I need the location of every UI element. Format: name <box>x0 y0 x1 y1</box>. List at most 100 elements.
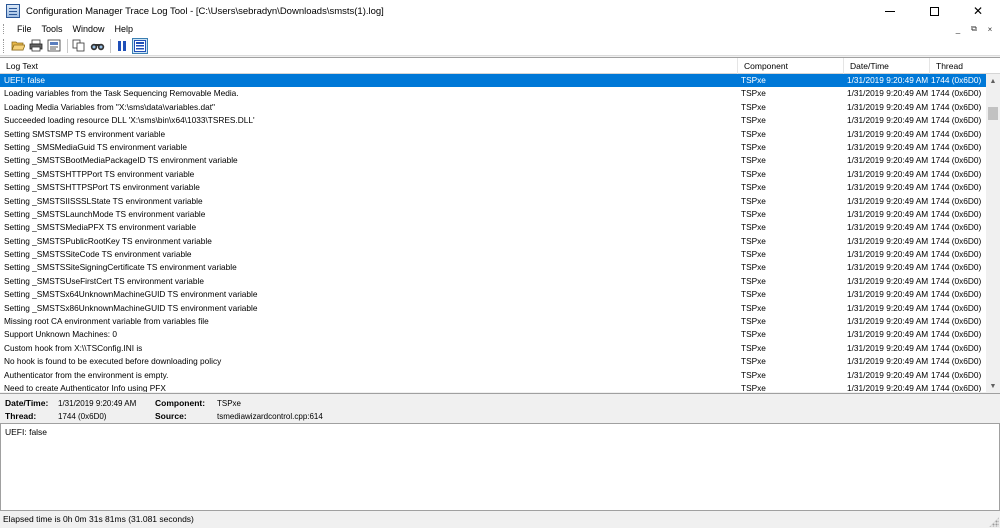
source-value: tsmediawizardcontrol.cpp:614 <box>217 412 323 421</box>
cell-component: TSPxe <box>741 275 766 286</box>
resize-grip-icon[interactable] <box>989 517 999 527</box>
message-pane[interactable]: UEFI: false <box>0 423 1000 511</box>
table-row[interactable]: Loading variables from the Task Sequenci… <box>0 87 986 100</box>
table-row[interactable]: Loading Media Variables from "X:\sms\dat… <box>0 101 986 114</box>
table-row[interactable]: UEFI: false TSPxe 1/31/2019 9:20:49 AM 1744… <box>0 74 986 88</box>
print-preview-icon <box>47 39 61 52</box>
table-row[interactable]: Setting _SMSTSPublicRootKey TS environme… <box>0 235 986 248</box>
cell-thread: 1744 (0x6D0) <box>931 356 982 367</box>
table-row[interactable]: Setting _SMSTSSiteSigningCertificate TS … <box>0 261 986 274</box>
highlight-button[interactable] <box>132 37 148 54</box>
cell-component: TSPxe <box>741 249 766 260</box>
print-icon <box>29 39 43 52</box>
menu-grip-icon <box>3 24 6 34</box>
cell-datetime: 1/31/2019 9:20:49 AM <box>847 356 929 367</box>
table-row[interactable]: Setting _SMSTSUseFirstCert TS environmen… <box>0 275 986 288</box>
table-row[interactable]: Setting _SMSTSMediaPFX TS environment va… <box>0 221 986 234</box>
scroll-thumb[interactable] <box>988 107 998 120</box>
table-row[interactable]: Succeeded loading resource DLL 'X:\sms\b… <box>0 114 986 127</box>
column-header-component[interactable]: Component <box>738 58 844 74</box>
cell-thread: 1744 (0x6D0) <box>931 369 982 380</box>
cell-datetime: 1/31/2019 9:20:49 AM <box>847 249 929 260</box>
cell-thread: 1744 (0x6D0) <box>931 155 982 166</box>
table-row[interactable]: Need to create Authenticator Info using … <box>0 382 986 392</box>
cell-thread: 1744 (0x6D0) <box>931 262 982 273</box>
cell-thread: 1744 (0x6D0) <box>931 329 982 340</box>
table-row[interactable]: Missing root CA environment variable fro… <box>0 315 986 328</box>
minimize-button[interactable] <box>868 0 912 22</box>
cell-datetime: 1/31/2019 9:20:49 AM <box>847 235 929 246</box>
copy-button[interactable] <box>71 38 87 54</box>
datetime-label: Date/Time: <box>5 398 49 408</box>
open-button[interactable] <box>10 38 26 54</box>
menu-tools[interactable]: Tools <box>37 24 68 34</box>
table-row[interactable]: Setting _SMSTSHTTPSPort TS environment v… <box>0 181 986 194</box>
cell-datetime: 1/31/2019 9:20:49 AM <box>847 289 929 300</box>
message-text: UEFI: false <box>5 427 48 437</box>
table-row[interactable]: Setting _SMSTSBootMediaPackageID TS envi… <box>0 154 986 167</box>
cell-component: TSPxe <box>741 115 766 126</box>
table-row[interactable]: Authenticator from the environment is em… <box>0 369 986 382</box>
datetime-value: 1/31/2019 9:20:49 AM <box>58 399 137 408</box>
cell-log-text: Setting _SMSTSUseFirstCert TS environmen… <box>4 275 204 286</box>
cell-thread: 1744 (0x6D0) <box>931 101 982 112</box>
menu-window[interactable]: Window <box>68 24 110 34</box>
table-row[interactable]: Custom hook from X:\\TSConfig.INI is TSPx… <box>0 342 986 355</box>
cell-log-text: Setting _SMSTSHTTPSPort TS environment v… <box>4 182 200 193</box>
log-list[interactable]: Log Text Component Date/Time Thread UEFI… <box>0 57 1000 392</box>
cell-component: TSPxe <box>741 302 766 313</box>
mdi-close-button[interactable]: × <box>984 23 996 35</box>
app-log-icon <box>6 4 20 18</box>
cell-thread: 1744 (0x6D0) <box>931 128 982 139</box>
print-button[interactable] <box>28 38 44 54</box>
vertical-scrollbar[interactable]: ▲ ▼ <box>986 74 1000 392</box>
table-row[interactable]: Setting _SMSMediaGuid TS environment var… <box>0 141 986 154</box>
maximize-button[interactable] <box>912 0 956 22</box>
menu-help[interactable]: Help <box>110 24 139 34</box>
thread-label: Thread: <box>5 411 37 421</box>
cell-component: TSPxe <box>741 75 766 85</box>
column-header-thread[interactable]: Thread <box>930 58 1000 74</box>
scroll-down-icon[interactable]: ▼ <box>986 379 1000 392</box>
cell-datetime: 1/31/2019 9:20:49 AM <box>847 208 929 219</box>
cell-log-text: Authenticator from the environment is em… <box>4 369 169 380</box>
table-row[interactable]: No hook is found to be executed before d… <box>0 355 986 368</box>
table-row[interactable]: Setting _SMSTSLaunchMode TS environment … <box>0 208 986 221</box>
maximize-icon <box>929 6 939 16</box>
mdi-minimize-button[interactable]: _ <box>952 23 964 35</box>
table-row[interactable]: Setting _SMSTSIISSSLState TS environment… <box>0 195 986 208</box>
table-row[interactable]: Setting SMSTSMP TS environment variable T… <box>0 128 986 141</box>
toolbar-separator <box>67 38 68 53</box>
find-button[interactable] <box>89 38 105 54</box>
pause-button[interactable] <box>114 38 130 54</box>
column-header-datetime[interactable]: Date/Time <box>844 58 930 74</box>
cell-thread: 1744 (0x6D0) <box>931 182 982 193</box>
mdi-restore-button[interactable]: ⧉ <box>968 23 980 35</box>
table-row[interactable]: Setting _SMSTSSiteCode TS environment va… <box>0 248 986 261</box>
table-row[interactable]: Support Unknown Machines: 0 TSPxe 1/31/201… <box>0 328 986 341</box>
toolbar-grip-icon <box>3 38 6 53</box>
close-button[interactable]: ✕ <box>956 0 1000 22</box>
menu-file[interactable]: File <box>12 24 37 34</box>
cell-datetime: 1/31/2019 9:20:49 AM <box>847 382 929 392</box>
cell-component: TSPxe <box>741 101 766 112</box>
cell-log-text: Setting _SMSTSMediaPFX TS environment va… <box>4 222 197 233</box>
cell-component: TSPxe <box>741 182 766 193</box>
table-row[interactable]: Setting _SMSTSx86UnknownMachineGUID TS e… <box>0 302 986 315</box>
cell-thread: 1744 (0x6D0) <box>931 222 982 233</box>
cell-component: TSPxe <box>741 88 766 99</box>
cell-thread: 1744 (0x6D0) <box>931 302 982 313</box>
menu-bar: File Tools Window Help _ ⧉ × <box>0 22 1000 36</box>
column-header-log-text[interactable]: Log Text <box>0 58 738 74</box>
cell-datetime: 1/31/2019 9:20:49 AM <box>847 275 929 286</box>
cell-datetime: 1/31/2019 9:20:49 AM <box>847 222 929 233</box>
print-preview-button[interactable] <box>46 38 62 54</box>
cell-log-text: Setting _SMSTSx86UnknownMachineGUID TS e… <box>4 302 258 313</box>
cell-datetime: 1/31/2019 9:20:49 AM <box>847 182 929 193</box>
scroll-up-icon[interactable]: ▲ <box>986 74 1000 88</box>
table-row[interactable]: Setting _SMSTSx64UnknownMachineGUID TS e… <box>0 288 986 301</box>
mdi-controls: _ ⧉ × <box>952 23 996 35</box>
cell-component: TSPxe <box>741 208 766 219</box>
table-row[interactable]: Setting _SMSTSHTTPPort TS environment va… <box>0 168 986 181</box>
cell-log-text: Setting _SMSTSSiteSigningCertificate TS … <box>4 262 237 273</box>
